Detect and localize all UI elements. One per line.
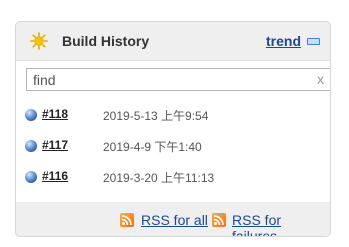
rss-feed-icon[interactable] — [212, 213, 226, 227]
build-number-link[interactable]: #116 — [42, 169, 68, 183]
build-row: #118 2019-5-13 上午9:54 — [16, 105, 330, 127]
sun-icon — [30, 32, 48, 50]
panel-header: Build History trend — [16, 22, 330, 61]
search-input[interactable] — [33, 71, 303, 88]
trend-graph-icon[interactable] — [307, 38, 320, 45]
build-row: #117 2019-4-9 下午1:40 — [16, 136, 330, 158]
build-history-panel: Build History trend x #118 2019-5-13 上午9… — [15, 21, 331, 237]
trend-link[interactable]: trend — [266, 33, 301, 49]
blue-ball-icon — [25, 140, 37, 152]
build-number-link[interactable]: #118 — [42, 107, 68, 121]
build-number-link[interactable]: #117 — [42, 138, 68, 152]
rss-all-link[interactable]: RSS for all — [141, 212, 208, 228]
build-date: 2019-5-13 上午9:54 — [103, 109, 209, 123]
search-field[interactable]: x — [26, 68, 330, 91]
build-row: #116 2019-3-20 上午11:13 — [16, 167, 330, 189]
panel-title: Build History — [62, 33, 150, 49]
build-list: x #118 2019-5-13 上午9:54 #117 2019-4-9 下午… — [16, 61, 330, 202]
blue-ball-icon — [25, 109, 37, 121]
rss-failures-link[interactable]: RSS for failures — [232, 212, 330, 236]
blue-ball-icon — [25, 171, 37, 183]
clear-search-icon[interactable]: x — [317, 71, 324, 87]
rss-feed-icon[interactable] — [120, 213, 134, 227]
build-date: 2019-3-20 上午11:13 — [103, 171, 215, 185]
panel-footer: RSS for all RSS for failures — [16, 202, 330, 236]
build-date: 2019-4-9 下午1:40 — [103, 140, 202, 154]
